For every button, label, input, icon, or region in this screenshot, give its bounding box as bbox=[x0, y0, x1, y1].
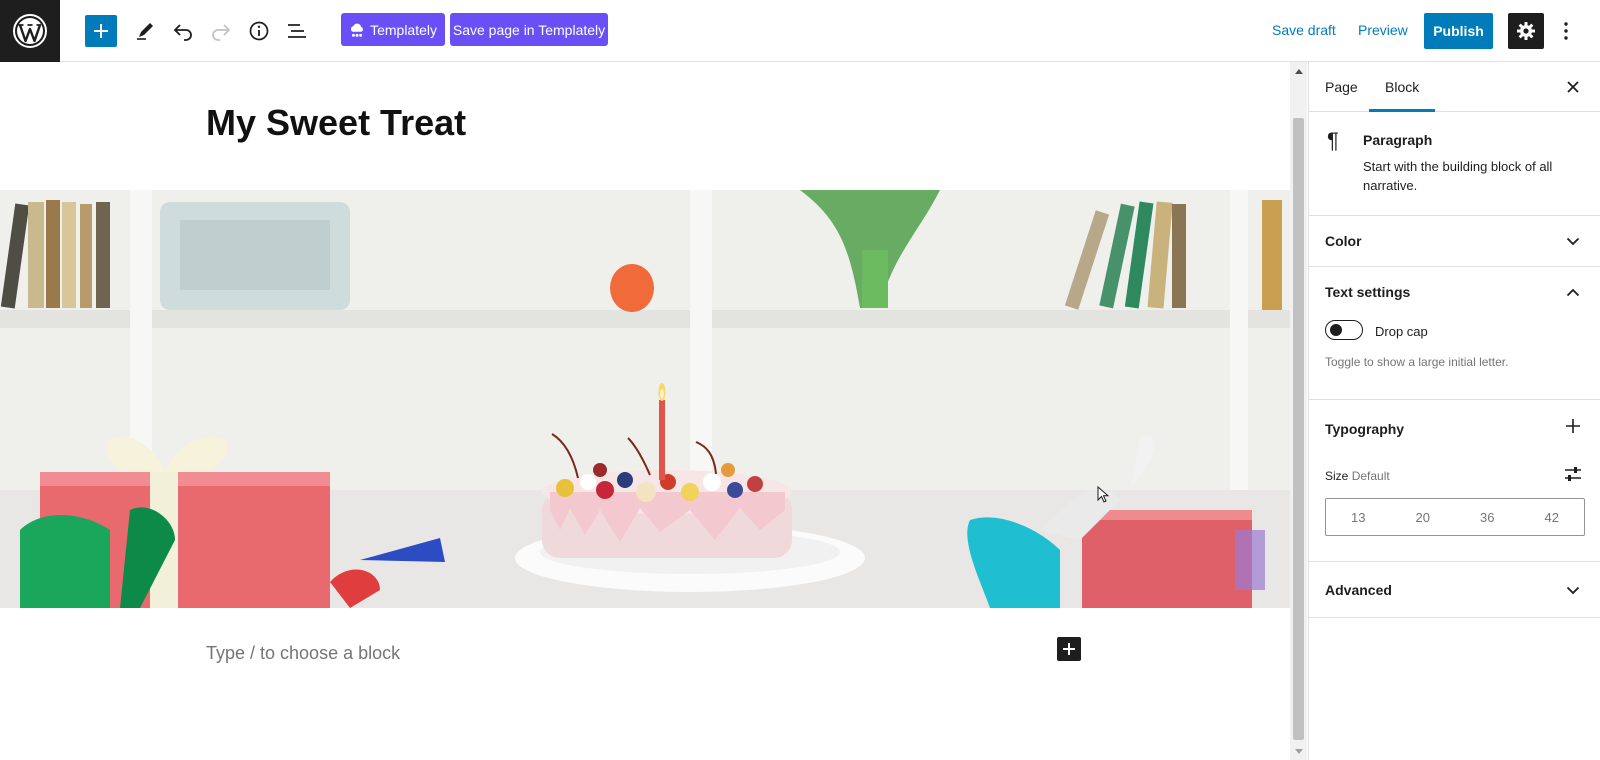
empty-block-placeholder[interactable]: Type / to choose a block bbox=[206, 643, 400, 664]
font-size-picker: 13 20 36 42 bbox=[1325, 498, 1585, 536]
inline-add-block-button[interactable] bbox=[1057, 637, 1081, 661]
publish-label: Publish bbox=[1433, 23, 1484, 39]
scroll-thumb[interactable] bbox=[1293, 118, 1304, 740]
templately-button[interactable]: Templately bbox=[341, 13, 445, 46]
drop-cap-label: Drop cap bbox=[1375, 324, 1428, 339]
custom-size-button[interactable] bbox=[1563, 464, 1583, 484]
undo-button[interactable] bbox=[167, 15, 199, 47]
details-button[interactable] bbox=[243, 15, 275, 47]
save-draft-button[interactable]: Save draft bbox=[1272, 22, 1336, 38]
pencil-icon bbox=[137, 23, 153, 40]
more-vertical-icon bbox=[1564, 22, 1568, 40]
editor-toolbar: Templately Save page in Templately Save … bbox=[0, 0, 1600, 62]
typography-panel: Typography Size Default 13 20 36 42 bbox=[1309, 400, 1600, 562]
editor-scrollbar[interactable] bbox=[1290, 62, 1307, 760]
caret-up-icon bbox=[1294, 68, 1303, 74]
block-name: Paragraph bbox=[1363, 132, 1433, 148]
plus-icon bbox=[1063, 643, 1075, 655]
chevron-up-icon bbox=[1563, 282, 1583, 302]
settings-sliders-icon bbox=[1565, 467, 1581, 481]
close-icon bbox=[1567, 81, 1579, 93]
drop-cap-help: Toggle to show a large initial letter. bbox=[1325, 355, 1509, 369]
cover-image-block[interactable] bbox=[0, 190, 1290, 608]
add-block-button[interactable] bbox=[85, 15, 117, 47]
cake-photo bbox=[0, 190, 1290, 608]
font-size-option[interactable]: 13 bbox=[1326, 499, 1391, 535]
font-size-option[interactable]: 20 bbox=[1391, 499, 1456, 535]
font-size-value: Default bbox=[1351, 469, 1390, 483]
wordpress-icon bbox=[13, 14, 47, 48]
redo-icon bbox=[212, 24, 231, 41]
tab-block-label: Block bbox=[1385, 79, 1420, 95]
list-view-button[interactable] bbox=[281, 15, 313, 47]
editor-canvas: My Sweet Treat Type / to choose a block bbox=[0, 62, 1290, 760]
chevron-down-icon bbox=[1563, 231, 1583, 251]
save-in-templately-label: Save page in Templately bbox=[452, 21, 606, 38]
tab-page[interactable]: Page bbox=[1309, 62, 1374, 112]
block-description: Start with the building block of all nar… bbox=[1363, 159, 1553, 193]
advanced-panel-title: Advanced bbox=[1325, 582, 1392, 598]
templately-cloud-icon bbox=[350, 23, 363, 37]
drop-cap-toggle[interactable] bbox=[1325, 320, 1363, 340]
preview-button[interactable]: Preview bbox=[1358, 22, 1408, 38]
templately-label: Templately bbox=[370, 21, 437, 38]
gear-icon bbox=[1517, 22, 1535, 40]
close-sidebar-button[interactable] bbox=[1561, 75, 1585, 99]
font-size-option[interactable]: 42 bbox=[1520, 499, 1585, 535]
settings-sidebar: Page Block ¶ Paragraph Start with the bu… bbox=[1308, 62, 1600, 760]
font-size-option[interactable]: 36 bbox=[1455, 499, 1520, 535]
color-panel-title: Color bbox=[1325, 233, 1362, 249]
plus-icon bbox=[94, 24, 108, 38]
typography-title: Typography bbox=[1325, 421, 1405, 437]
paragraph-icon: ¶ bbox=[1327, 128, 1339, 153]
redo-button[interactable] bbox=[205, 15, 237, 47]
scroll-down-arrow[interactable] bbox=[1290, 743, 1307, 760]
toggle-knob bbox=[1330, 324, 1342, 336]
tools-button[interactable] bbox=[129, 15, 161, 47]
save-in-templately-button[interactable]: Save page in Templately bbox=[450, 13, 608, 46]
settings-button[interactable] bbox=[1508, 13, 1544, 49]
mouse-cursor-icon bbox=[1097, 486, 1110, 503]
undo-icon bbox=[173, 24, 192, 41]
typography-options-button[interactable] bbox=[1563, 416, 1583, 436]
font-size-label: Size Default bbox=[1325, 469, 1390, 483]
text-settings-title: Text settings bbox=[1325, 284, 1411, 300]
sidebar-tabs: Page Block bbox=[1309, 62, 1600, 112]
advanced-panel-toggle[interactable]: Advanced bbox=[1309, 562, 1600, 618]
scroll-up-arrow[interactable] bbox=[1290, 62, 1307, 79]
color-panel-toggle[interactable]: Color bbox=[1309, 216, 1600, 267]
chevron-down-icon bbox=[1563, 580, 1583, 600]
post-title[interactable]: My Sweet Treat bbox=[206, 102, 466, 144]
tab-page-label: Page bbox=[1325, 79, 1358, 95]
publish-button[interactable]: Publish bbox=[1424, 13, 1493, 49]
caret-down-icon bbox=[1294, 748, 1303, 754]
text-settings-panel-toggle[interactable]: Text settings bbox=[1309, 267, 1600, 317]
list-view-icon bbox=[288, 24, 306, 38]
wordpress-logo-button[interactable] bbox=[0, 0, 60, 62]
block-card: ¶ Paragraph Start with the building bloc… bbox=[1309, 112, 1600, 216]
plus-icon bbox=[1566, 419, 1580, 433]
tab-block[interactable]: Block bbox=[1369, 62, 1436, 112]
info-icon bbox=[249, 21, 269, 41]
options-button[interactable] bbox=[1554, 15, 1578, 47]
font-size-title: Size bbox=[1325, 469, 1349, 483]
text-settings-panel: Text settings Drop cap Toggle to show a … bbox=[1309, 267, 1600, 400]
